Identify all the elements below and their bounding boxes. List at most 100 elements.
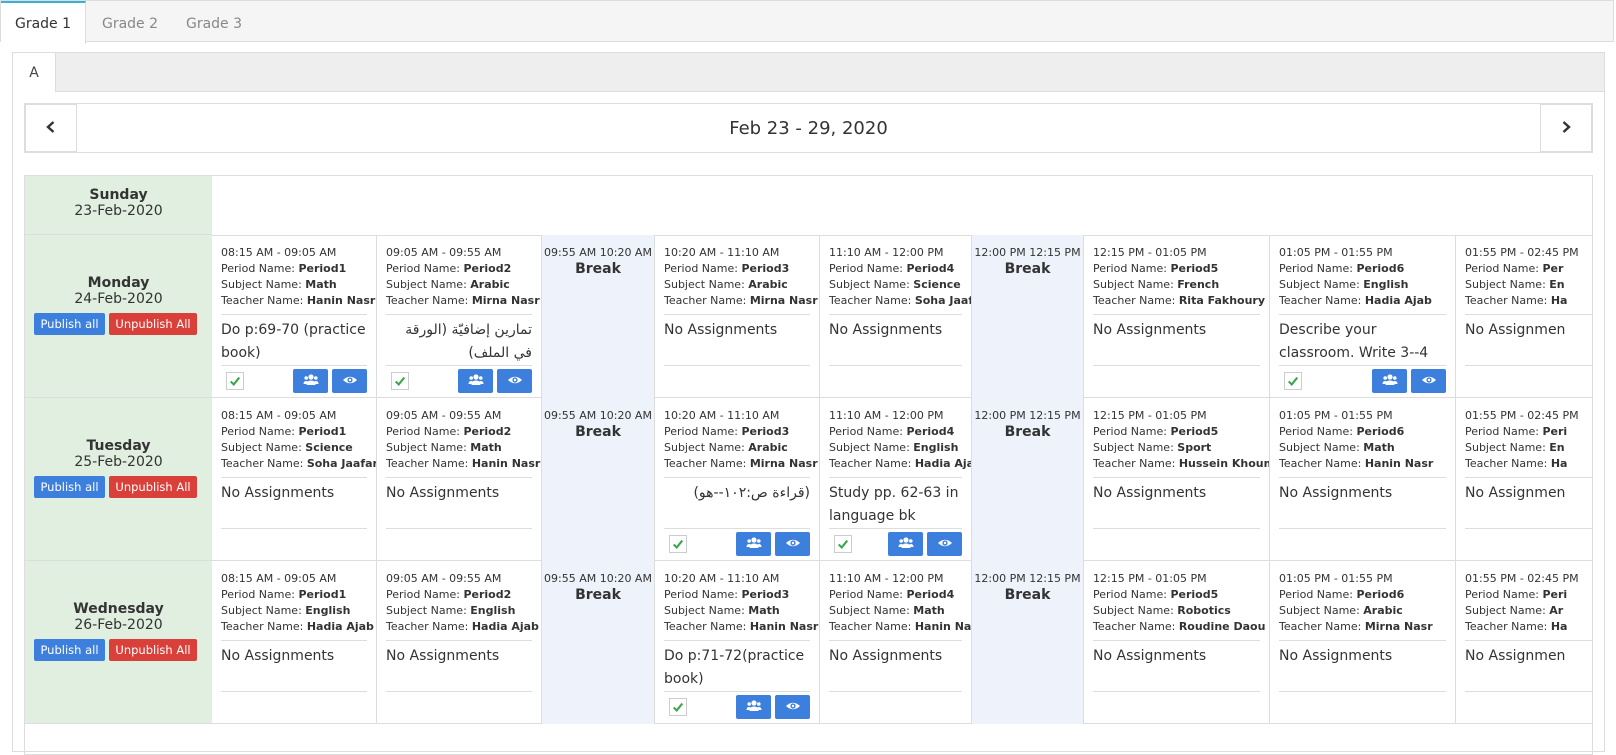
day-cell-tuesday: Tuesday 25-Feb-2020 Publish all Unpublish A… [25,398,212,561]
subject-name-prefix: Subject Name: [664,441,745,454]
assignment-text: No Assignmen [1465,485,1566,501]
divider [664,528,810,529]
subject-name-line: Subject Name: Arabic [1279,603,1446,619]
break-label: Break [575,424,621,440]
period-name-line: Period Name: Period1 [221,424,367,440]
period-name-prefix: Period Name: [1093,588,1167,601]
period-name-line: Period Name: Period1 [221,587,367,603]
students-button[interactable] [888,532,923,556]
period-cell: 10:20 AM - 11:10 AM Period Name: Period3 S… [655,561,820,724]
unpublish-all-button[interactable]: Unpublish All [109,476,197,498]
period-info: 11:10 AM - 12:00 PM Period Name: Period4 S… [829,245,971,366]
teacher-name-line: Teacher Name: Ha [1465,456,1592,472]
teacher-name-prefix: Teacher Name: [1465,620,1548,633]
view-button[interactable] [497,369,532,393]
view-button[interactable] [1411,369,1446,393]
period-info: 09:05 AM - 09:55 AM Period Name: Period2 S… [386,408,540,529]
teacher-name: Mirna Nasr [471,294,540,307]
chevron-right-icon [1559,119,1573,138]
teacher-name-line: Teacher Name: Hanin Nasr [221,293,375,309]
tab-grade-1[interactable]: Grade 1 [1,1,86,44]
divider [1093,640,1260,641]
period-time: 01:05 PM - 01:55 PM [1279,246,1393,259]
subject-name: Arabic [748,441,788,454]
divider [1465,640,1592,641]
students-button[interactable] [1372,369,1407,393]
divider [1465,691,1592,692]
period-time: 08:15 AM - 09:05 AM [221,246,337,259]
published-checkbox[interactable] [226,372,244,390]
period-name-prefix: Period Name: [1465,262,1539,275]
students-button[interactable] [736,695,771,719]
break-label: Break [1004,424,1051,440]
assignment-text: No Assignments [1279,648,1393,664]
teacher-name-line: Teacher Name: Mirna Nasr [664,456,818,472]
subject-name-line: Subject Name: French [1093,277,1260,293]
break-label: Break [575,261,621,277]
period-name: Period4 [906,425,955,438]
published-checkbox[interactable] [669,698,687,716]
students-button[interactable] [293,369,328,393]
period-time: 09:05 AM - 09:55 AM [386,572,502,585]
period-name: Period1 [298,425,347,438]
period-name-line: Period Name: Per [1465,261,1592,277]
subject-name-prefix: Subject Name: [221,278,302,291]
next-week-button[interactable] [1540,104,1592,152]
unpublish-all-button[interactable]: Unpublish All [109,313,197,335]
period-cell: 09:05 AM - 09:55 AM Period Name: Period2 S… [377,398,542,561]
view-button[interactable] [332,369,367,393]
eye-icon [785,698,801,717]
view-button[interactable] [927,532,962,556]
students-button[interactable] [458,369,493,393]
divider [386,528,532,529]
period-name-prefix: Period Name: [664,262,738,275]
period-time: 11:10 AM - 12:00 PM [829,409,944,422]
period-cell: 01:05 PM - 01:55 PM Period Name: Period6 S… [1270,398,1456,561]
tab-grade-3[interactable]: Grade 3 [173,1,255,43]
day-name: Monday [87,275,150,291]
period-name: Period3 [741,425,790,438]
teacher-name-prefix: Teacher Name: [1093,294,1176,307]
subject-name-prefix: Subject Name: [1093,278,1174,291]
divider [829,528,962,529]
view-button[interactable] [775,532,810,556]
divider [221,691,367,692]
period-info: 01:55 PM - 02:45 PM Period Name: Peri Subj… [1465,571,1592,692]
period-name: Period2 [463,262,512,275]
published-checkbox[interactable] [391,372,409,390]
period-name: Period3 [741,588,790,601]
period-info: 01:05 PM - 01:55 PM Period Name: Period6 S… [1279,408,1446,529]
period-name: Period5 [1170,262,1219,275]
chevron-left-icon [44,119,58,138]
teacher-name-prefix: Teacher Name: [221,620,304,633]
published-checkbox[interactable] [669,535,687,553]
view-button[interactable] [775,695,810,719]
subject-name: Sport [1177,441,1212,454]
divider [664,691,810,692]
users-icon [1382,372,1398,391]
period-time: 12:15 PM - 01:05 PM [1093,409,1207,422]
divider [386,365,532,366]
publish-all-button[interactable]: Publish all [34,639,105,661]
assignment-text: No Assignments [664,322,778,338]
period-name-prefix: Period Name: [829,262,903,275]
publish-all-button[interactable]: Publish all [34,313,105,335]
publish-all-button[interactable]: Publish all [34,476,105,498]
period-cell: 01:55 PM - 02:45 PM Period Name: Peri Subj… [1456,561,1592,724]
tab-section-a[interactable]: A [13,53,56,92]
published-checkbox[interactable] [1284,372,1302,390]
teacher-name-prefix: Teacher Name: [1093,457,1176,470]
eye-icon [507,372,523,391]
prev-week-button[interactable] [25,104,77,152]
period-name-prefix: Period Name: [1093,262,1167,275]
students-button[interactable] [736,532,771,556]
published-checkbox[interactable] [834,535,852,553]
unpublish-all-button[interactable]: Unpublish All [109,639,197,661]
tab-grade-2[interactable]: Grade 2 [89,1,171,43]
divider [829,640,962,641]
break-cell: 12:00 PM 12:15 PM Break [972,235,1084,398]
subject-name-line: Subject Name: Sport [1093,440,1260,456]
week-title: Feb 23 - 29, 2020 [729,118,888,139]
check-icon [229,372,241,391]
subject-name-prefix: Subject Name: [386,441,467,454]
